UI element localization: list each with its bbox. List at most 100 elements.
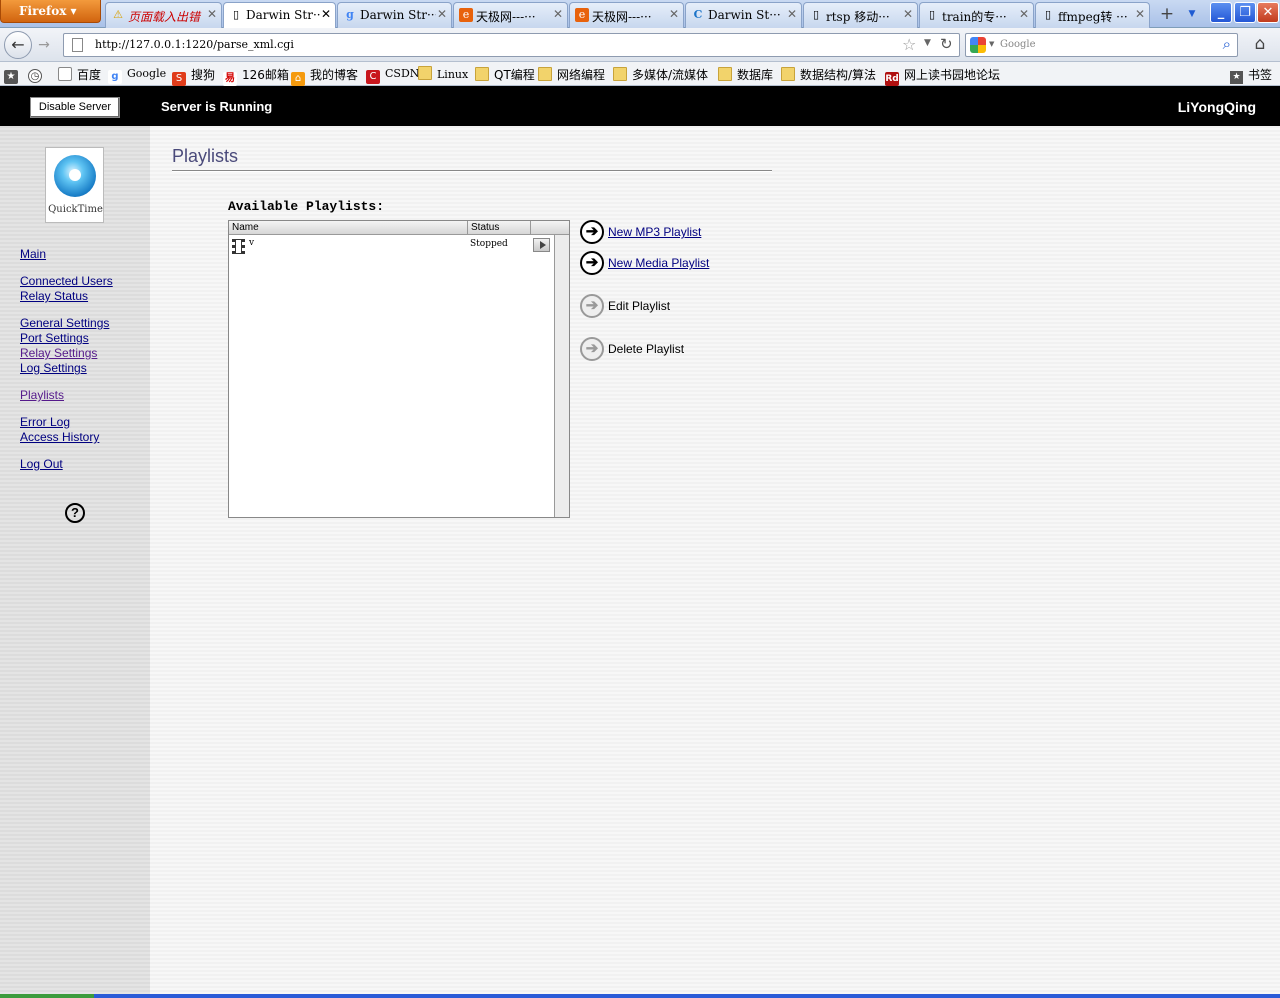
browser-tab-bar: Firefox ▾ ⚠ 页面载入出错 ✕ ▯ Darwin Str··· ✕ g…: [0, 0, 1280, 29]
sidebar-item-connected-users[interactable]: Connected Users: [20, 274, 113, 288]
sidebar-item-port-settings[interactable]: Port Settings: [20, 331, 89, 345]
page-icon: ▯: [812, 8, 820, 21]
close-tab-icon[interactable]: ✕: [321, 7, 331, 21]
sidebar-item-playlists[interactable]: Playlists: [20, 388, 64, 402]
sidebar-item-main[interactable]: Main: [20, 247, 46, 261]
url-history-dropdown-icon[interactable]: ▼: [924, 38, 931, 48]
tab-darwin-active[interactable]: ▯ Darwin Str··· ✕: [223, 2, 336, 29]
bookmarks-menu-button[interactable]: ★ 书签: [1229, 66, 1272, 84]
column-header-name[interactable]: Name: [229, 221, 468, 235]
table-header: Name Status: [229, 221, 569, 235]
start-button[interactable]: [0, 994, 94, 998]
close-tab-icon[interactable]: ✕: [787, 7, 797, 21]
close-tab-icon[interactable]: ✕: [903, 7, 913, 21]
tab-darwin-2[interactable]: g Darwin Str··· ✕: [337, 2, 452, 28]
reload-icon[interactable]: ↻: [940, 35, 953, 53]
arrow-right-circle-icon[interactable]: ➔: [580, 251, 604, 275]
url-text: http://127.0.0.1:1220/parse_xml.cgi: [95, 38, 294, 51]
table-scrollbar[interactable]: [554, 235, 569, 517]
bookmark-label: 多媒体/流媒体: [632, 68, 709, 82]
tab-rtsp[interactable]: ▯ rtsp 移动··· ✕: [803, 2, 918, 28]
bookmark-baidu[interactable]: 百度: [58, 66, 101, 82]
tab-load-error[interactable]: ⚠ 页面载入出错 ✕: [105, 2, 222, 28]
google-icon: g: [108, 70, 122, 84]
bookmarks-toolbar: ★ ◷ 百度 g Google S 搜狗 易 126邮箱 ⌂ 我的博客 C CSDN Li…: [0, 62, 1280, 86]
server-header: Disable Server Server is Running LiYongQ…: [0, 86, 1280, 126]
history-icon[interactable]: ◷: [28, 66, 47, 83]
restore-window-button[interactable]: ❐: [1234, 2, 1256, 23]
bookmark-folder-linux[interactable]: Linux: [418, 66, 468, 82]
sidebar-item-error-log[interactable]: Error Log: [20, 415, 70, 429]
forward-button[interactable]: →: [33, 35, 55, 55]
sidebar-item-relay-settings[interactable]: Relay Settings: [20, 346, 97, 360]
sidebar-item-log-settings[interactable]: Log Settings: [20, 361, 87, 375]
bookmark-folder-algorithms[interactable]: 数据结构/算法: [781, 66, 876, 82]
disable-server-button[interactable]: Disable Server: [30, 97, 120, 118]
search-engine-google-icon[interactable]: [970, 37, 986, 53]
firefox-menu-button[interactable]: Firefox ▾: [0, 0, 101, 23]
user-name: LiYongQing: [1177, 99, 1256, 115]
bookmark-csdn[interactable]: C CSDN: [366, 66, 419, 84]
tab-label: 天极网---···: [476, 10, 536, 24]
yesky-icon: e: [459, 8, 473, 22]
tab-darwin-3[interactable]: C Darwin St··· ✕: [685, 2, 802, 28]
sidebar-item-general-settings[interactable]: General Settings: [20, 316, 109, 330]
column-header-status[interactable]: Status: [468, 221, 531, 235]
arrow-right-circle-icon[interactable]: ➔: [580, 220, 604, 244]
bookmark-star-icon[interactable]: ☆: [902, 35, 916, 54]
warning-icon: ⚠: [113, 8, 123, 21]
sidebar-item-relay-status[interactable]: Relay Status: [20, 289, 88, 303]
bookmark-folder-network[interactable]: 网络编程: [538, 66, 605, 82]
bookmarks-menu-icon[interactable]: ★: [4, 66, 23, 84]
page-icon: ▯: [928, 8, 936, 21]
bookmark-reading-forum[interactable]: Rd 网上读书园地论坛: [885, 66, 1001, 86]
close-window-button[interactable]: ✕: [1257, 2, 1279, 23]
close-tab-icon[interactable]: ✕: [207, 7, 217, 21]
tab-yesky-1[interactable]: e 天极网---··· ✕: [453, 2, 568, 28]
close-tab-icon[interactable]: ✕: [437, 7, 447, 21]
bookmark-126[interactable]: 易 126邮箱: [223, 66, 289, 86]
search-engine-dropdown-icon[interactable]: ▼: [989, 40, 994, 48]
tab-list-dropdown-icon[interactable]: ▼: [1182, 3, 1202, 27]
help-icon[interactable]: ?: [65, 503, 85, 523]
bookmark-google[interactable]: g Google: [108, 66, 166, 84]
close-tab-icon[interactable]: ✕: [553, 7, 563, 21]
delete-playlist-label: Delete Playlist: [608, 342, 685, 356]
yesky-icon: e: [575, 8, 589, 22]
close-tab-icon[interactable]: ✕: [1019, 7, 1029, 21]
taskbar: [0, 994, 1280, 998]
new-media-playlist-link[interactable]: New Media Playlist: [608, 256, 709, 270]
minimize-window-button[interactable]: _: [1210, 2, 1232, 23]
close-tab-icon[interactable]: ✕: [669, 7, 679, 21]
page-title: Playlists: [172, 146, 239, 166]
sidebar-item-access-history[interactable]: Access History: [20, 430, 99, 444]
new-mp3-playlist-link[interactable]: New MP3 Playlist: [608, 225, 701, 239]
available-playlists-label: Available Playlists:: [228, 199, 385, 214]
table-row[interactable]: v Stopped: [229, 236, 554, 256]
search-bar[interactable]: ▼ Google ⌕: [965, 33, 1238, 57]
playlist-status: Stopped: [470, 239, 508, 249]
tab-train[interactable]: ▯ train的专··· ✕: [919, 2, 1034, 28]
bookmark-sogou[interactable]: S 搜狗: [172, 66, 215, 86]
bookmark-folder-multimedia[interactable]: 多媒体/流媒体: [613, 66, 708, 82]
tab-label: 页面载入出错: [128, 10, 201, 24]
sidebar-item-log-out[interactable]: Log Out: [20, 457, 63, 471]
back-button[interactable]: ←: [4, 31, 32, 59]
bookmark-blog[interactable]: ⌂ 我的博客: [291, 66, 358, 86]
bookmark-folder-qt[interactable]: QT编程: [475, 66, 535, 82]
url-bar[interactable]: http://127.0.0.1:1220/parse_xml.cgi ☆ ▼ …: [63, 33, 960, 57]
tab-label: rtsp 移动···: [826, 10, 890, 24]
search-icon[interactable]: ⌕: [1223, 35, 1231, 53]
play-playlist-button[interactable]: [533, 238, 550, 252]
tab-ffmpeg[interactable]: ▯ ffmpeg转 ··· ✕: [1035, 2, 1150, 28]
folder-icon: [718, 67, 732, 81]
home-button[interactable]: ⌂: [1247, 32, 1273, 58]
tab-yesky-2[interactable]: e 天极网---··· ✕: [569, 2, 684, 28]
bookmark-folder-database[interactable]: 数据库: [718, 66, 773, 82]
bookmark-label: 网上读书园地论坛: [904, 68, 1001, 82]
folder-icon: [613, 67, 627, 81]
bookmark-label: 数据库: [737, 68, 774, 82]
close-tab-icon[interactable]: ✕: [1135, 7, 1145, 21]
bookmark-label: Linux: [437, 68, 469, 81]
new-tab-button[interactable]: +: [1153, 3, 1181, 27]
